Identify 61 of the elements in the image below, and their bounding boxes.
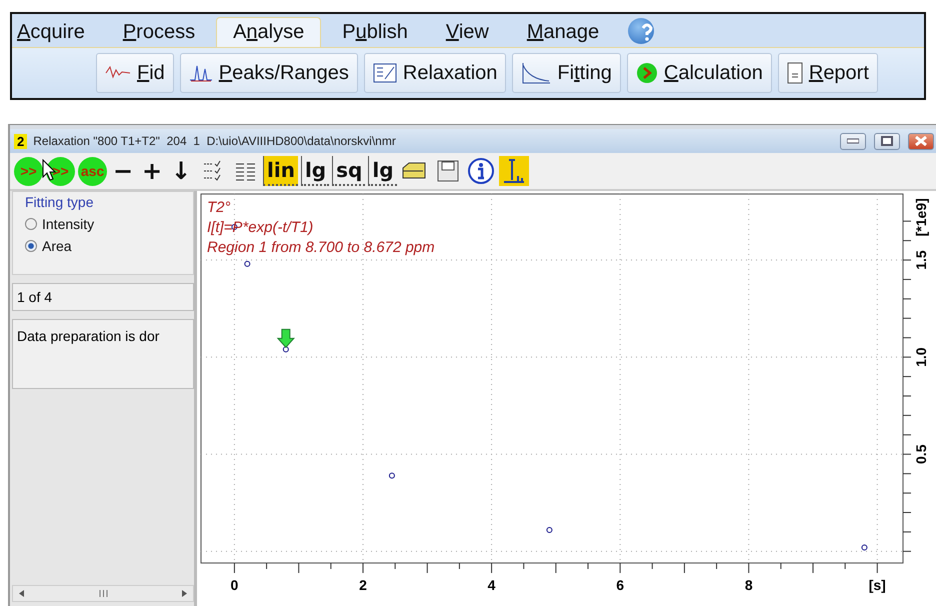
ribbon-button[interactable]: Fitting (512, 53, 621, 93)
ribbon-button[interactable]: Relaxation (364, 53, 506, 93)
marker-arrow-icon (276, 328, 295, 348)
menu-tab[interactable]: View (428, 17, 506, 47)
menu-tab[interactable]: Analyse (216, 17, 322, 47)
scale-button[interactable]: lin (263, 156, 298, 186)
window-number: 2 (14, 134, 28, 148)
maximize-icon (881, 136, 893, 146)
message-text: Data preparation is dor (12, 319, 194, 389)
x-tick-label: 6 (616, 577, 624, 593)
x-axis-label: [s] (868, 577, 886, 593)
table-chart-icon (372, 63, 397, 83)
y-tick-label: 1.5 (913, 250, 929, 270)
group-title: Fitting type (25, 194, 94, 210)
info-icon[interactable] (466, 156, 496, 186)
x-tick-label: 8 (744, 577, 753, 593)
minimize-icon (847, 138, 859, 144)
menu-tab[interactable]: Process (106, 17, 212, 47)
horizontal-scrollbar[interactable] (12, 585, 194, 602)
run-button[interactable]: asc (78, 156, 107, 186)
maximize-button[interactable] (874, 132, 900, 150)
window-title: Relaxation "800 T1+T2" 204 1 D:\uio\AVIIIHD800\data\norskvi\nmr (33, 134, 397, 148)
plot-annotation: I[t]=P*exp(-t/T1) (207, 219, 314, 236)
radio-option[interactable]: Intensity (25, 216, 185, 232)
x-tick-label: 0 (230, 577, 238, 593)
play-circle-icon (636, 62, 658, 84)
ribbon-button[interactable]: Calculation (626, 53, 772, 93)
decay-curve-icon (521, 62, 552, 84)
peak-icon[interactable] (498, 156, 529, 186)
tool-button[interactable]: ↓ (168, 156, 194, 186)
counter-field: 1 of 4 (12, 283, 194, 311)
close-button[interactable] (908, 132, 934, 150)
run-button[interactable]: >> (14, 156, 43, 186)
minimize-button[interactable] (840, 132, 866, 150)
ribbon-button[interactable]: Report (778, 53, 878, 93)
x-tick-label: 2 (359, 577, 367, 593)
scale-button[interactable]: sq (332, 156, 366, 186)
plot-annotation: T2° (207, 199, 232, 216)
wave-icon (105, 65, 131, 81)
menu-tab[interactable]: Manage (510, 17, 616, 47)
scroll-right-icon[interactable] (182, 590, 187, 597)
y-tick-label: 0.5 (913, 444, 929, 464)
menu-tab[interactable]: Publish (325, 17, 425, 47)
peaks-icon (188, 64, 213, 82)
scroll-left-icon[interactable] (19, 590, 24, 597)
scroll-grip-icon[interactable] (98, 590, 108, 597)
scale-button[interactable]: lg (300, 156, 330, 186)
plot-annotation: Region 1 from 8.700 to 8.672 ppm (207, 239, 435, 256)
scale-button[interactable]: lg (368, 156, 397, 186)
ribbon-button[interactable]: Peaks/Ranges (180, 53, 358, 93)
ribbon-button[interactable]: Fid (96, 53, 174, 93)
document-icon (786, 62, 803, 84)
radio-option[interactable]: Area (25, 238, 185, 254)
y-tick-label: 1.0 (913, 347, 929, 367)
x-tick-label: 4 (488, 577, 496, 593)
close-icon (915, 136, 927, 146)
y-axis-label: [*1e9] (913, 198, 929, 236)
tool-button[interactable]: − (110, 156, 136, 186)
tool-button[interactable]: + (139, 156, 165, 186)
menu-tab[interactable]: Acquire (16, 17, 102, 47)
help-button[interactable] (628, 18, 654, 44)
